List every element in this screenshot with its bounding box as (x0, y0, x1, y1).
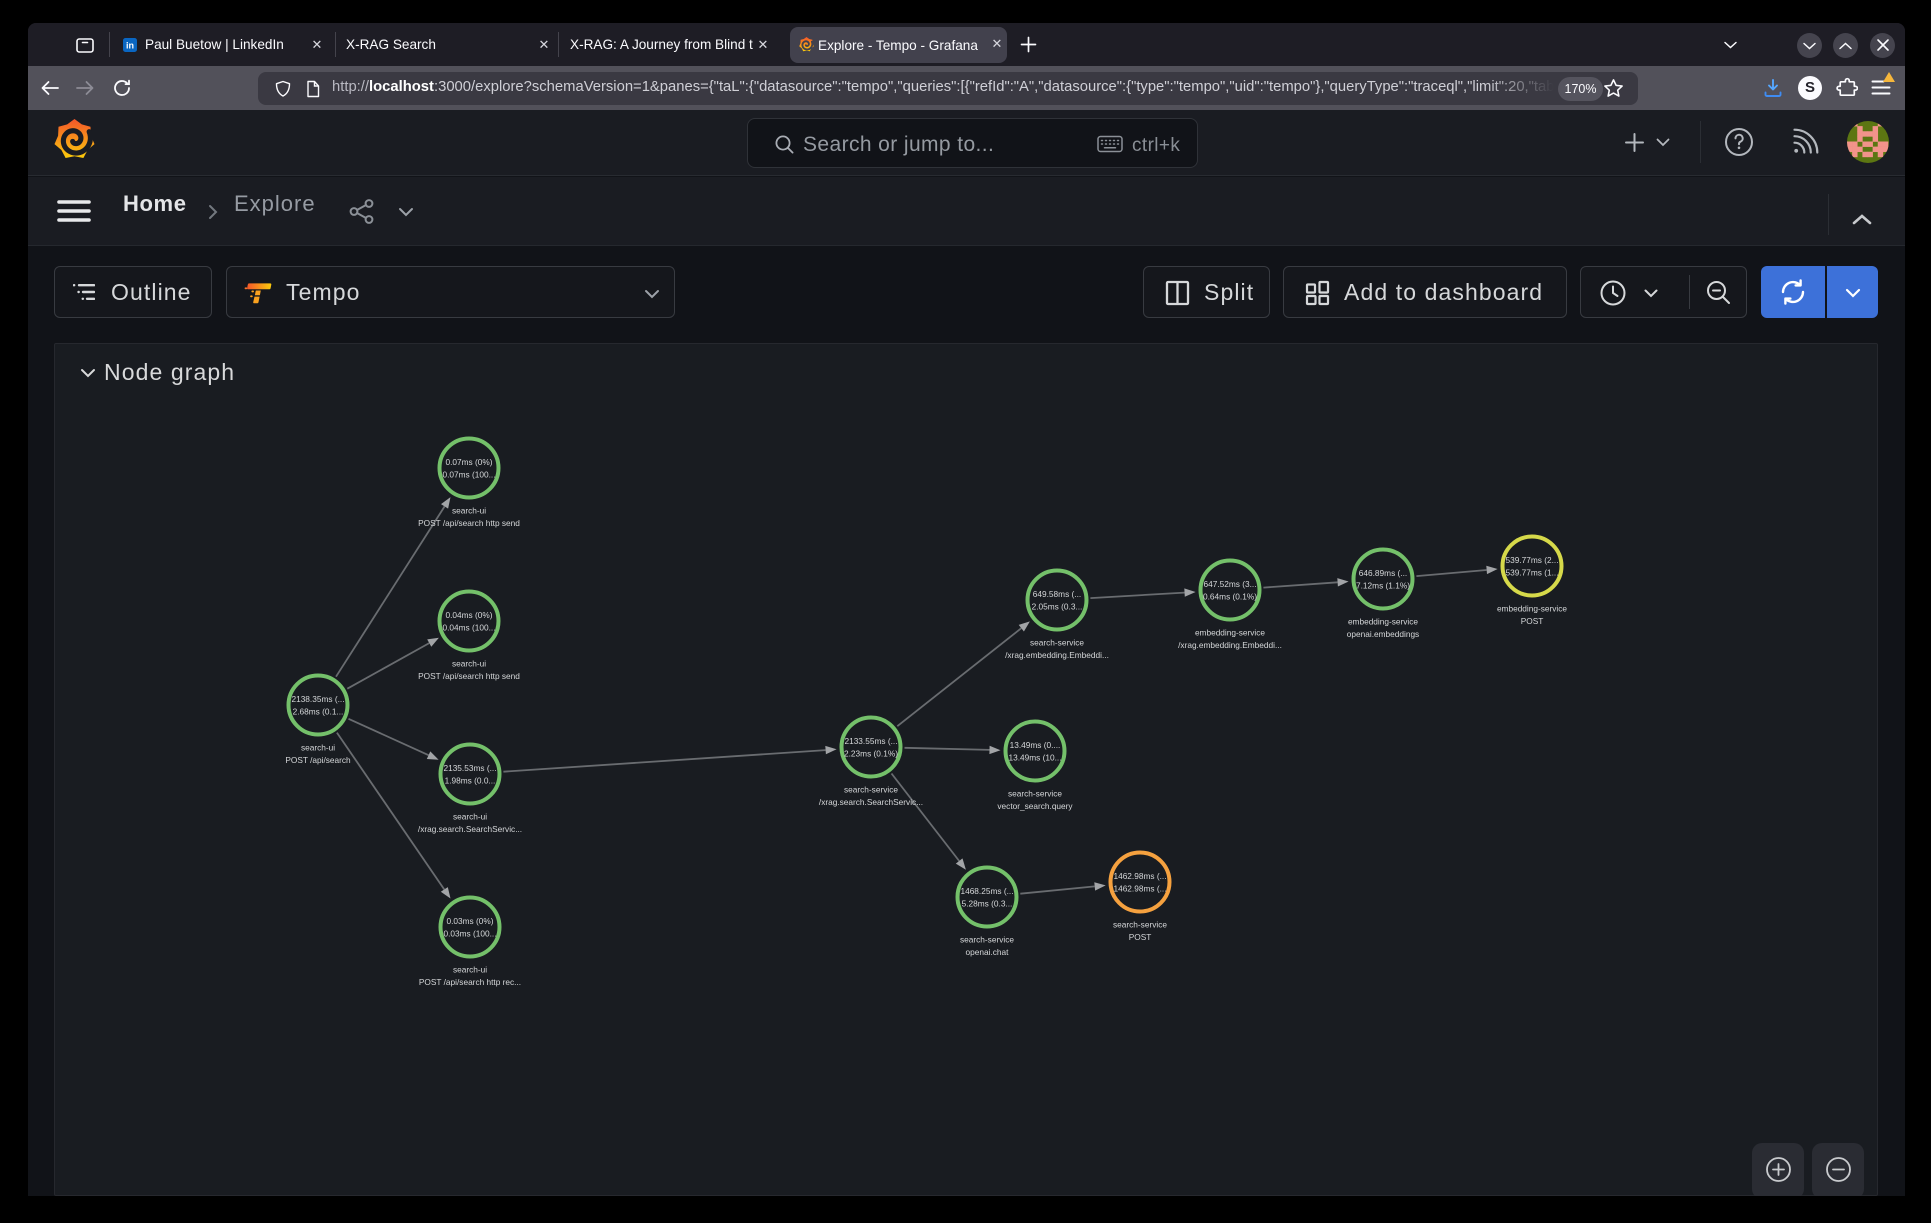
svg-text:/xrag.search.SearchServic...: /xrag.search.SearchServic... (819, 797, 923, 807)
svg-text:539.77ms (1...: 539.77ms (1... (1505, 568, 1558, 578)
svg-text:search-service: search-service (1113, 920, 1167, 930)
svg-text:2135.53ms (...: 2135.53ms (... (443, 763, 496, 773)
svg-text:search-ui: search-ui (452, 659, 486, 669)
svg-text:embedding-service: embedding-service (1497, 604, 1567, 614)
svg-text:POST: POST (1129, 932, 1152, 942)
svg-text:POST /api/search http send: POST /api/search http send (418, 671, 520, 681)
svg-text:13.49ms (0....: 13.49ms (0.... (1010, 740, 1061, 750)
svg-text:1462.98ms (...: 1462.98ms (... (1113, 884, 1166, 894)
svg-text:1462.98ms (...: 1462.98ms (... (1113, 871, 1166, 881)
svg-text:0.03ms (100...: 0.03ms (100... (443, 929, 496, 939)
svg-text:search-ui: search-ui (301, 743, 335, 753)
svg-text:openai.embeddings: openai.embeddings (1347, 629, 1419, 639)
svg-text:0.04ms (100...: 0.04ms (100... (442, 623, 495, 633)
svg-text:2.23ms (0.1%): 2.23ms (0.1%) (844, 749, 898, 759)
svg-text:7.12ms (1.1%): 7.12ms (1.1%) (1356, 581, 1410, 591)
svg-text:0.07ms (100...: 0.07ms (100... (442, 470, 495, 480)
svg-text:search-ui: search-ui (453, 965, 487, 975)
svg-text:POST: POST (1521, 616, 1544, 626)
svg-text:0.03ms (0%): 0.03ms (0%) (446, 916, 493, 926)
svg-text:0.04ms (0%): 0.04ms (0%) (445, 610, 492, 620)
svg-text:646.89ms (...: 646.89ms (... (1359, 568, 1407, 578)
svg-text:539.77ms (2...: 539.77ms (2... (1505, 555, 1558, 565)
svg-text:embedding-service: embedding-service (1195, 628, 1265, 638)
svg-text:in: in (126, 41, 134, 51)
svg-text:search-service: search-service (1030, 638, 1084, 648)
svg-text:0.07ms (0%): 0.07ms (0%) (445, 457, 492, 467)
svg-text:search-ui: search-ui (453, 812, 487, 822)
svg-text:1.98ms (0.0...: 1.98ms (0.0... (445, 776, 496, 786)
svg-text:search-service: search-service (1008, 789, 1062, 799)
svg-text:2138.35ms (...: 2138.35ms (... (291, 694, 344, 704)
svg-text:647.52ms (3...: 647.52ms (3... (1203, 579, 1256, 589)
svg-text:openai.chat: openai.chat (966, 947, 1010, 957)
svg-text:embedding-service: embedding-service (1348, 617, 1418, 627)
svg-text:search-service: search-service (844, 785, 898, 795)
svg-text:649.58ms (...: 649.58ms (... (1033, 589, 1081, 599)
svg-text:13.49ms (10...: 13.49ms (10... (1008, 753, 1061, 763)
svg-text:2.05ms (0.3...: 2.05ms (0.3... (1032, 602, 1083, 612)
svg-text:POST /api/search: POST /api/search (285, 755, 351, 765)
svg-text:/xrag.embedding.Embeddi...: /xrag.embedding.Embeddi... (1178, 640, 1282, 650)
svg-text:0.64ms (0.1%): 0.64ms (0.1%) (1203, 592, 1257, 602)
svg-text:/xrag.search.SearchServic...: /xrag.search.SearchServic... (418, 824, 522, 834)
svg-text:2.68ms (0.1...: 2.68ms (0.1... (293, 707, 344, 717)
svg-text:POST /api/search http rec...: POST /api/search http rec... (419, 977, 521, 987)
svg-text:5.28ms (0.3...: 5.28ms (0.3... (962, 899, 1013, 909)
svg-text:search-ui: search-ui (452, 506, 486, 516)
svg-text:vector_search.query: vector_search.query (997, 801, 1073, 811)
svg-text:2133.55ms (...: 2133.55ms (... (844, 736, 897, 746)
svg-text:POST /api/search http send: POST /api/search http send (418, 518, 520, 528)
svg-text:1468.25ms (...: 1468.25ms (... (960, 886, 1013, 896)
svg-text:search-service: search-service (960, 935, 1014, 945)
svg-text:/xrag.embedding.Embeddi...: /xrag.embedding.Embeddi... (1005, 650, 1109, 660)
